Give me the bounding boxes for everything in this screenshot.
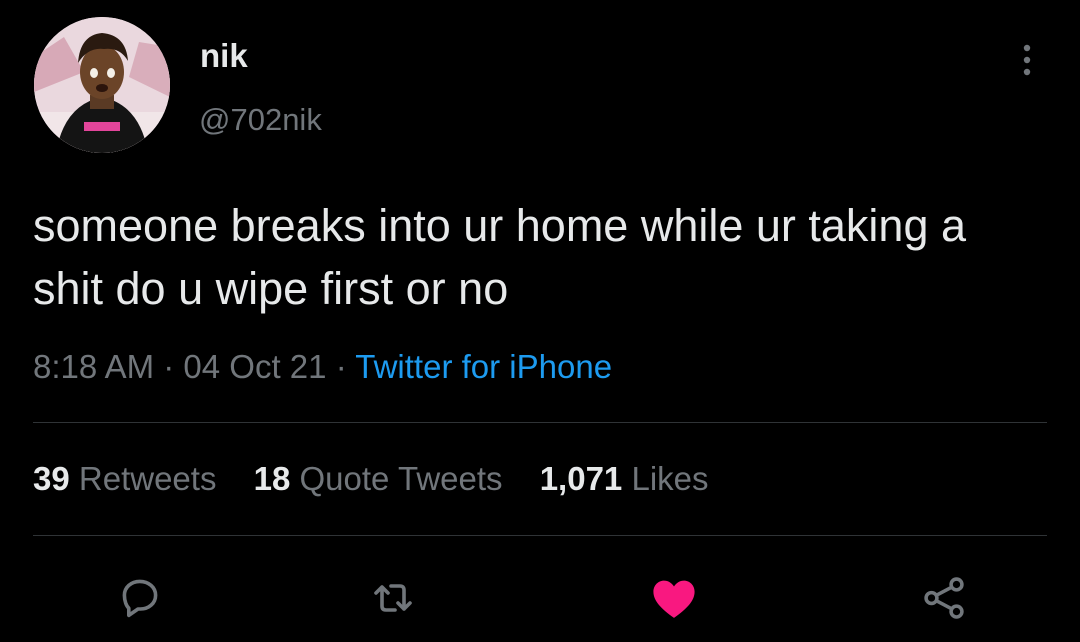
more-vertical-icon[interactable] bbox=[1012, 40, 1042, 80]
likes-count: 1,071 bbox=[539, 460, 623, 497]
like-button[interactable] bbox=[646, 570, 702, 626]
quotes-count: 18 bbox=[253, 460, 291, 497]
retweets-label: Retweets bbox=[78, 460, 217, 497]
avatar[interactable] bbox=[34, 17, 170, 153]
retweets-count: 39 bbox=[33, 460, 70, 497]
divider bbox=[33, 535, 1047, 536]
likes-stat[interactable]: 1,071 Likes bbox=[540, 460, 709, 497]
quotes-label: Quote Tweets bbox=[299, 460, 503, 497]
tweet-text: someone breaks into ur home while ur tak… bbox=[33, 200, 967, 314]
user-handle[interactable]: @702nik bbox=[199, 98, 322, 142]
quote-tweets-stat[interactable]: 18 Quote Tweets bbox=[254, 460, 503, 497]
tweet-date[interactable]: 04 Oct 21 bbox=[183, 348, 326, 385]
heart-icon bbox=[653, 580, 695, 618]
tweet-source[interactable]: Twitter for iPhone bbox=[355, 348, 612, 385]
share-button[interactable] bbox=[916, 570, 972, 626]
reply-icon bbox=[122, 579, 158, 618]
avatar-image bbox=[34, 17, 170, 153]
retweet-button[interactable] bbox=[365, 570, 421, 626]
retweets-stat[interactable]: 39 Retweets bbox=[33, 460, 216, 497]
tweet-stats: 39 Retweets 18 Quote Tweets 1,071 Likes bbox=[33, 455, 737, 503]
meta-separator: · bbox=[335, 348, 347, 385]
meta-separator: · bbox=[163, 348, 175, 385]
retweet-icon bbox=[374, 584, 412, 612]
tweet-time[interactable]: 8:18 AM bbox=[33, 348, 154, 385]
share-icon bbox=[924, 577, 964, 619]
reply-button[interactable] bbox=[112, 570, 168, 626]
display-name[interactable]: nik bbox=[200, 34, 248, 78]
tweet-meta: 8:18 AM · 04 Oct 21 · Twitter for iPhone bbox=[33, 343, 612, 391]
divider bbox=[33, 422, 1047, 423]
likes-label: Likes bbox=[631, 460, 709, 497]
